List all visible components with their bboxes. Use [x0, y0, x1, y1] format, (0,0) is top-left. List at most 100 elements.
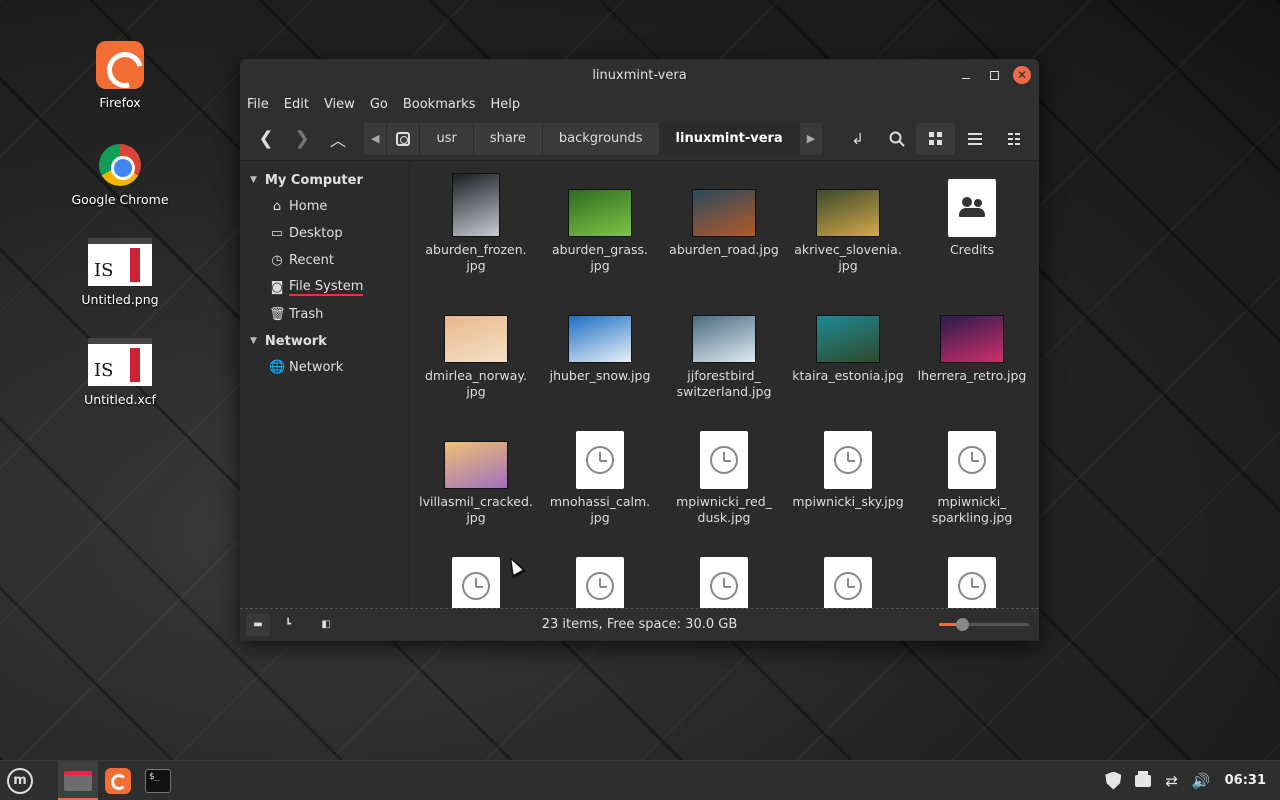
menu-view[interactable]: View	[324, 97, 355, 112]
file-item[interactable]: aburden_road.jpg	[662, 189, 786, 258]
menu-help[interactable]: Help	[490, 97, 520, 112]
window-title: linuxmint-vera	[592, 67, 687, 83]
back-button[interactable]: ❮	[248, 123, 284, 155]
drive-icon: ◙	[270, 280, 284, 295]
clock-icon	[586, 446, 614, 474]
file-item[interactable]: jjforestbird_ switzerland.jpg	[662, 315, 786, 400]
breadcrumb-scroll-right[interactable]: ▶	[799, 122, 824, 155]
icon-view-button[interactable]	[916, 122, 955, 155]
sidebar-item-network[interactable]: 🌐 Network	[240, 354, 409, 381]
expander-down-icon: ▼	[250, 336, 257, 346]
file-item[interactable]: mpiwnicki_red_ dusk.jpg	[662, 431, 786, 526]
menu-file[interactable]: File	[247, 97, 269, 112]
show-tree-button[interactable]: ┗	[276, 614, 300, 636]
breadcrumb-share[interactable]: share	[473, 122, 543, 155]
file-item[interactable]	[662, 557, 786, 608]
desktop-icon-chrome[interactable]: Google Chrome	[60, 141, 180, 207]
breadcrumb-usr[interactable]: usr	[420, 122, 474, 155]
status-bar: ▬ ┗ ◧ 23 items, Free space: 30.0 GB	[240, 608, 1039, 640]
file-item[interactable]: mnohassi_calm. jpg	[538, 431, 662, 526]
loading-thumbnail-icon	[948, 557, 996, 608]
search-button[interactable]	[877, 123, 916, 155]
breadcrumb-scroll-left[interactable]: ◀	[364, 122, 388, 155]
file-item[interactable]: lvillasmil_cracked. jpg	[414, 441, 538, 526]
drive-icon	[396, 131, 411, 146]
file-name: lvillasmil_cracked. jpg	[419, 494, 533, 525]
people-icon	[959, 197, 985, 217]
sidebar-section-my-computer[interactable]: ▼ My Computer	[240, 167, 409, 193]
up-button[interactable]: ︿	[320, 123, 356, 155]
zoom-slider[interactable]	[939, 618, 1029, 631]
clock[interactable]: 06:31	[1225, 773, 1266, 788]
desktop-icon-untitled-xcf[interactable]: IS Untitled.xcf	[60, 338, 180, 407]
breadcrumb-linuxmint-vera[interactable]: linuxmint-vera	[659, 122, 800, 155]
file-name: Credits	[949, 242, 995, 257]
title-bar[interactable]: linuxmint-vera ✕	[240, 59, 1039, 91]
file-grid[interactable]: aburden_frozen. jpg aburden_grass. jpg abu…	[410, 161, 1039, 608]
file-item[interactable]: jhuber_snow.jpg	[538, 315, 662, 384]
desktop-icon-untitled-png[interactable]: IS Untitled.png	[60, 238, 180, 307]
system-tray: ⇄ 🔊 06:31	[1105, 770, 1280, 790]
chevron-right-icon: ❯	[294, 128, 310, 149]
list-view-button[interactable]	[955, 123, 994, 155]
recent-icon: ◷	[271, 253, 283, 268]
taskbar-item-file-manager[interactable]	[58, 760, 98, 800]
file-item[interactable]	[910, 557, 1034, 608]
forward-button[interactable]: ❯	[284, 123, 320, 155]
taskbar-item-firefox[interactable]	[98, 761, 138, 800]
file-item[interactable]: mpiwnicki_ sparkling.jpg	[910, 431, 1034, 526]
taskbar-item-terminal[interactable]: $_	[138, 761, 178, 800]
file-item[interactable]: ktaira_estonia.jpg	[786, 315, 910, 384]
network-transfer-icon[interactable]: ⇄	[1165, 772, 1178, 790]
show-places-button[interactable]: ▬	[246, 613, 270, 636]
sidebar-item-recent[interactable]: ◷ Recent	[240, 247, 409, 274]
clock-icon	[958, 572, 986, 600]
folder-icon	[64, 770, 92, 791]
hide-sidebar-button[interactable]: ◧	[314, 614, 338, 636]
desktop-icon: ▭	[270, 226, 284, 241]
sidebar-section-network[interactable]: ▼ Network	[240, 328, 409, 354]
sidebar-item-file-system[interactable]: ◙ File System	[240, 274, 409, 301]
file-item[interactable]: aburden_frozen. jpg	[414, 173, 538, 274]
clock-icon	[834, 446, 862, 474]
file-name: lherrera_retro.jpg	[917, 368, 1027, 383]
breadcrumb-root[interactable]	[387, 122, 421, 155]
maximize-button[interactable]	[985, 66, 1003, 84]
expander-down-icon: ▼	[250, 175, 257, 185]
file-item[interactable]: lherrera_retro.jpg	[910, 315, 1034, 384]
file-item[interactable]	[538, 557, 662, 608]
sidebar-item-trash[interactable]: 🗑 Trash	[240, 301, 409, 328]
desktop-icon-label: Firefox	[99, 95, 141, 110]
file-item[interactable]	[786, 557, 910, 608]
file-name: ktaira_estonia.jpg	[792, 368, 904, 383]
menu-go[interactable]: Go	[370, 97, 388, 112]
zoom-slider-handle[interactable]	[956, 618, 970, 631]
terminal-icon: $_	[145, 768, 171, 793]
loading-thumbnail-icon	[824, 557, 872, 608]
file-item[interactable]: dmirlea_norway. jpg	[414, 315, 538, 400]
file-item[interactable]: aburden_grass. jpg	[538, 189, 662, 274]
file-name: jhuber_snow.jpg	[549, 368, 651, 383]
shield-icon[interactable]	[1105, 771, 1122, 790]
menu-edit[interactable]: Edit	[284, 97, 309, 112]
minimize-button[interactable]	[957, 66, 975, 84]
clock-icon	[710, 572, 738, 600]
menu-bookmarks[interactable]: Bookmarks	[403, 97, 476, 112]
file-item[interactable]: akrivec_slovenia. jpg	[786, 189, 910, 274]
compact-view-icon	[1007, 132, 1020, 145]
desktop-icon-firefox[interactable]: Firefox	[60, 41, 180, 110]
sidebar: ▼ My Computer ⌂ Home ▭ Desktop ◷ Recent …	[240, 161, 410, 608]
sidebar-item-home[interactable]: ⌂ Home	[240, 193, 409, 220]
location-toggle-button[interactable]: ↲	[838, 123, 877, 155]
compact-view-button[interactable]	[994, 123, 1033, 155]
sidebar-item-desktop[interactable]: ▭ Desktop	[240, 220, 409, 247]
file-item[interactable]: mpiwnicki_sky.jpg	[786, 431, 910, 510]
clock-icon	[958, 446, 986, 474]
start-menu-button[interactable]: m	[0, 761, 40, 800]
volume-icon[interactable]: 🔊	[1192, 772, 1211, 790]
printer-icon[interactable]	[1135, 770, 1152, 787]
file-name: mpiwnicki_sky.jpg	[792, 494, 904, 509]
file-item[interactable]: Credits	[910, 179, 1034, 258]
close-button[interactable]: ✕	[1013, 66, 1031, 84]
breadcrumb-backgrounds[interactable]: backgrounds	[542, 122, 660, 155]
